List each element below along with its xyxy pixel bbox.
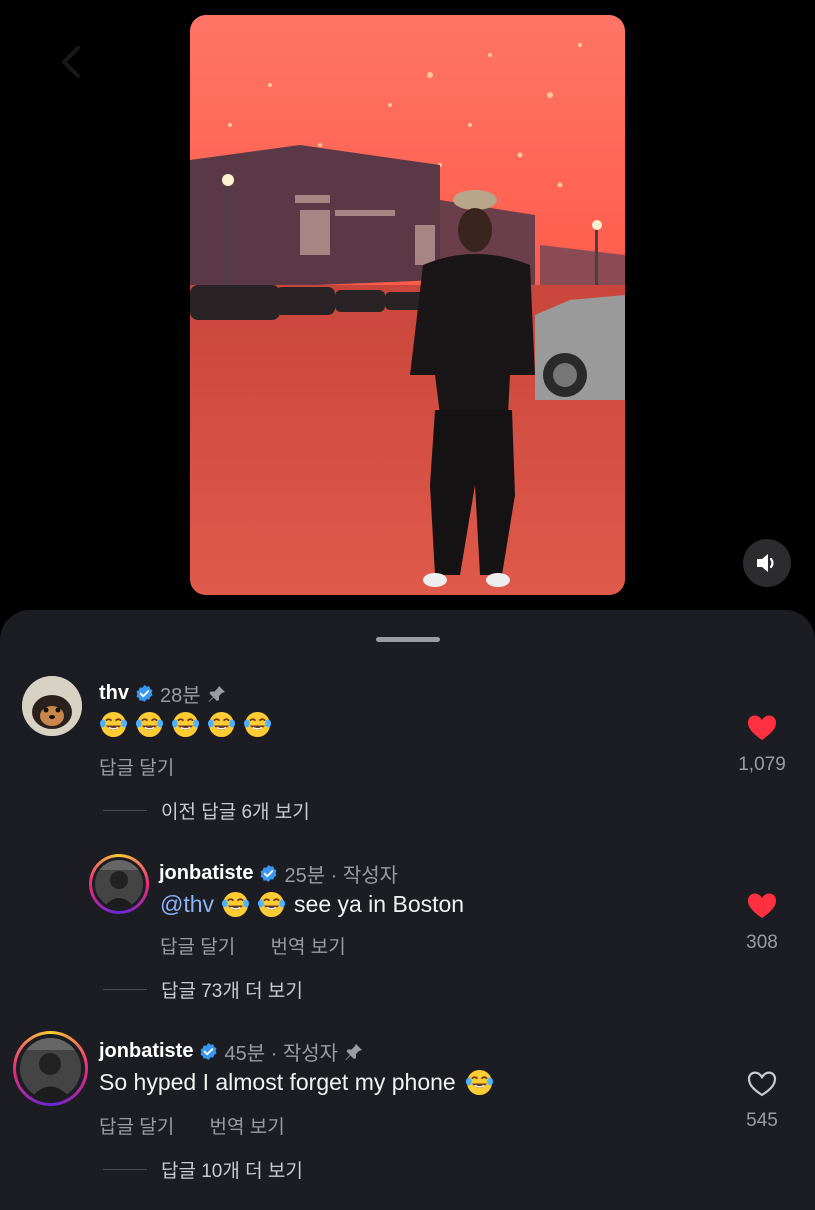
drag-handle[interactable]: [376, 637, 440, 642]
heart-filled-icon[interactable]: [747, 714, 777, 742]
comment-text: see ya in Boston: [294, 891, 465, 917]
verified-badge-icon: [259, 864, 278, 883]
joy-emoji-icon: [208, 711, 235, 738]
divider-line: [103, 989, 147, 990]
avatar-story-ring[interactable]: [89, 854, 149, 914]
view-replies-button[interactable]: 답글 73개 더 보기: [103, 976, 303, 1003]
back-icon[interactable]: [52, 42, 92, 82]
comments-sheet: thv 28분 답글 달기 1,079 이전 답글 6개 보기 jonbatis…: [0, 610, 815, 1210]
heart-outline-icon[interactable]: [747, 1070, 777, 1098]
view-replies-label: 답글 73개 더 보기: [161, 981, 303, 1002]
joy-emoji-icon: [466, 1069, 493, 1096]
comment-actions: 답글 달기: [99, 753, 204, 780]
pin-icon: [207, 684, 227, 704]
comment-actions: 답글 달기 번역 보기: [99, 1112, 315, 1139]
avatar: [95, 860, 143, 908]
username[interactable]: jonbatiste: [99, 1040, 193, 1063]
comment-time: 28분: [160, 685, 201, 707]
divider-line: [103, 1169, 147, 1170]
avatar[interactable]: [22, 676, 82, 736]
avatar: [20, 1038, 81, 1099]
comment-time: 45분 · 작성자: [224, 1043, 339, 1065]
translate-button[interactable]: 번역 보기: [209, 1117, 284, 1138]
like-count: 308: [746, 932, 778, 953]
joy-emoji-icon: [244, 711, 271, 738]
video-frame: [190, 15, 625, 595]
verified-badge-icon: [199, 1042, 218, 1061]
comment-body: @thv see ya in Boston: [160, 891, 464, 918]
comment-header: thv 28분: [99, 679, 227, 708]
comment-body: [100, 711, 280, 738]
joy-emoji-icon: [222, 891, 249, 918]
comment-text: So hyped I almost forget my phone: [99, 1069, 456, 1095]
avatar-story-ring[interactable]: [13, 1031, 88, 1106]
comment-actions: 답글 달기 번역 보기: [160, 932, 376, 959]
comment-header: jonbatiste 45분 · 작성자: [99, 1037, 364, 1066]
like-count: 545: [746, 1110, 778, 1131]
comment-time: 25분 · 작성자: [284, 865, 399, 887]
view-replies-button[interactable]: 답글 10개 더 보기: [103, 1156, 303, 1183]
view-replies-label: 답글 10개 더 보기: [161, 1161, 303, 1182]
reply-button[interactable]: 답글 달기: [99, 758, 174, 779]
translate-button[interactable]: 번역 보기: [270, 937, 345, 958]
verified-badge-icon: [135, 684, 154, 703]
mention-link[interactable]: @thv: [160, 891, 214, 918]
speaker-icon: [757, 554, 774, 572]
like-control: 545: [722, 1070, 802, 1132]
video-player[interactable]: [190, 15, 625, 595]
sound-button[interactable]: [743, 539, 791, 587]
divider-line: [103, 810, 147, 811]
reply-button[interactable]: 답글 달기: [99, 1117, 174, 1138]
pin-icon: [344, 1042, 364, 1062]
heart-filled-icon[interactable]: [747, 892, 777, 920]
reply-button[interactable]: 답글 달기: [160, 937, 235, 958]
username[interactable]: jonbatiste: [159, 862, 253, 885]
comment-header: jonbatiste 25분 · 작성자: [159, 859, 398, 888]
comment-body: So hyped I almost forget my phone: [99, 1069, 502, 1096]
like-control: 1,079: [722, 714, 802, 776]
view-replies-button[interactable]: 이전 답글 6개 보기: [103, 797, 310, 824]
joy-emoji-icon: [100, 711, 127, 738]
like-control: 308: [722, 892, 802, 954]
view-replies-label: 이전 답글 6개 보기: [161, 802, 310, 823]
joy-emoji-icon: [258, 891, 285, 918]
joy-emoji-icon: [136, 711, 163, 738]
username[interactable]: thv: [99, 682, 129, 705]
joy-emoji-icon: [172, 711, 199, 738]
like-count: 1,079: [738, 754, 786, 775]
